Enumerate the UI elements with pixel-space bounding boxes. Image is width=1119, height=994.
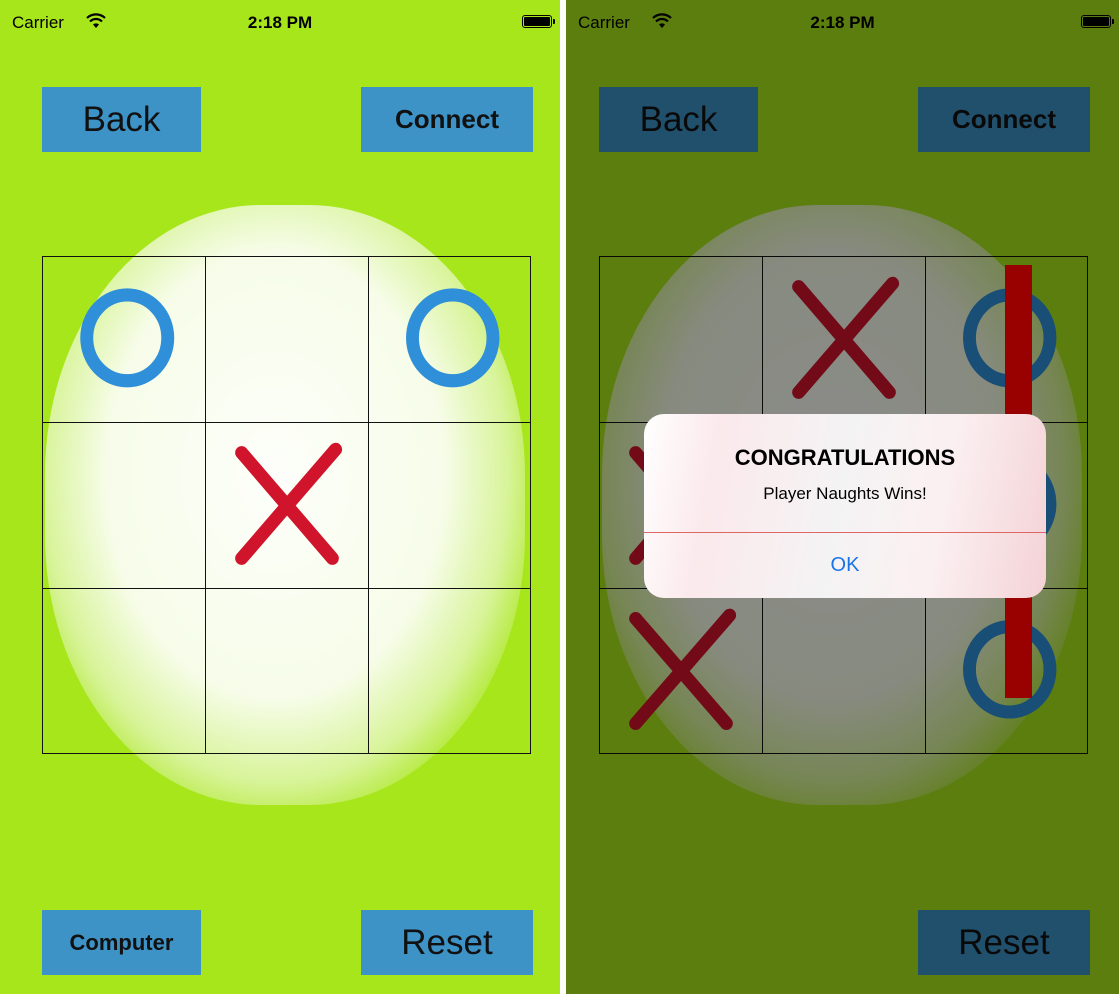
game-screen: Carrier 2:18 PM Back Connect Computer Re… <box>0 0 560 994</box>
board-cell[interactable] <box>42 256 206 423</box>
board-cell[interactable] <box>42 588 206 754</box>
board-cell[interactable] <box>205 422 369 589</box>
clock: 2:18 PM <box>247 13 313 32</box>
reset-button[interactable]: Reset <box>361 910 533 975</box>
win-alert-dialog: CONGRATULATIONS Player Naughts Wins! OK <box>644 414 1046 598</box>
naught-mark <box>80 288 175 388</box>
computer-button[interactable]: Computer <box>42 910 201 975</box>
alert-ok-button[interactable]: OK <box>644 533 1046 598</box>
alert-title: CONGRATULATIONS <box>734 445 956 470</box>
back-button[interactable]: Back <box>42 87 201 152</box>
board-cell[interactable] <box>368 256 531 423</box>
board-cell[interactable] <box>368 588 531 754</box>
connect-button[interactable]: Connect <box>361 87 533 152</box>
game-board <box>42 256 531 754</box>
board-cell[interactable] <box>205 256 369 423</box>
alert-message: Player Naughts Wins! <box>763 484 927 503</box>
board-cell[interactable] <box>205 588 369 754</box>
board-cell[interactable] <box>42 422 206 589</box>
status-bar: Carrier 2:18 PM <box>0 0 560 40</box>
battery-icon <box>522 15 555 28</box>
board-cell[interactable] <box>368 422 531 589</box>
cross-mark <box>235 442 343 565</box>
naught-mark <box>406 288 500 388</box>
